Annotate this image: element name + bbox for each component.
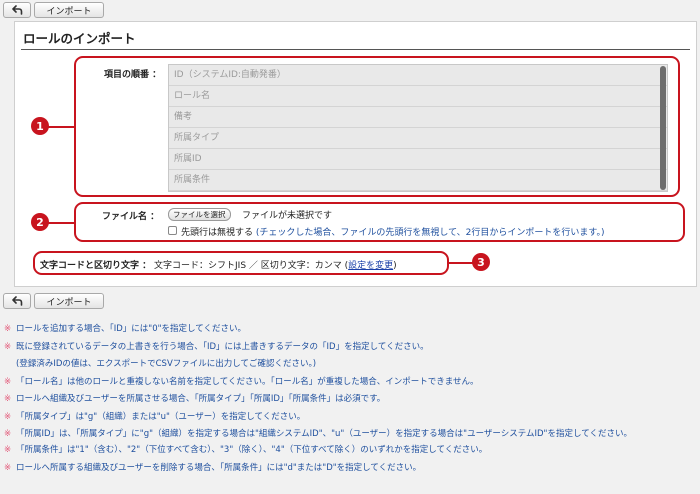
note-item: ※ 「所属条件」は"1"（含む）、"2"（下位すべて含む）、"3"（除く）、"4"… <box>4 442 696 460</box>
field-order-list[interactable]: ID（システムID:自動発番） ロール名 備考 所属タイプ 所属ID 所属条件 <box>168 64 668 192</box>
file-label: ファイル名 ： <box>102 212 160 222</box>
skip-header-text: 先頭行は無視する <box>181 228 254 238</box>
file-status-text: ファイルが未選択です <box>242 211 333 221</box>
field-order-item[interactable]: 所属タイプ <box>169 128 667 149</box>
field-order-item[interactable]: 所属ID <box>169 149 667 170</box>
import-button-bottom[interactable]: インポート <box>34 293 104 309</box>
callout-connector-3 <box>448 262 473 264</box>
back-button[interactable] <box>3 2 31 18</box>
field-order-item[interactable]: 所属条件 <box>169 170 667 191</box>
note-text: ロールを追加する場合、「ID」には"0"を指定してください。 <box>16 324 247 334</box>
encoding-value: 文字コード：シフトJIS ／ 区切り文字：カンマ ( <box>154 261 349 271</box>
choose-file-button[interactable]: ファイルを選択 <box>168 208 231 221</box>
note-mark: ※ <box>4 341 12 352</box>
note-text: 「所属条件」は"1"（含む）、"2"（下位すべて含む）、"3"（除く）、"4"（… <box>16 445 488 455</box>
back-arrow-icon <box>11 296 22 306</box>
note-text: ロールへ所属する組織及びユーザーを削除する場合、「所属条件」には"d"または"D… <box>16 462 422 473</box>
skip-header-note: (チェックした場合、ファイルの先頭行を無視して、2行目からインポートを行います。… <box>255 228 605 238</box>
note-text: 「所属タイプ」は"g"（組織）または"u"（ユーザー）を指定してください。 <box>16 411 306 422</box>
note-mark: ※ <box>4 462 12 473</box>
top-toolbar: インポート <box>3 2 104 19</box>
note-item: ※ ロールを追加する場合、「ID」には"0"を指定してください。 <box>4 321 696 339</box>
field-order-scrollbar[interactable] <box>660 66 666 190</box>
instruction-notes: ※ ロールを追加する場合、「ID」には"0"を指定してください。 ※ 既に登録されて… <box>4 321 696 477</box>
note-mark: ※ <box>4 324 12 334</box>
import-button[interactable]: インポート <box>34 2 104 18</box>
back-arrow-icon <box>11 5 22 15</box>
note-mark: ※ <box>4 445 12 455</box>
title-divider <box>21 49 690 50</box>
note-text: 既に登録されているデータの上書きを行う場合、「ID」には上書きするデータの「ID… <box>16 341 429 352</box>
note-text: ロールへ組織及びユーザーを所属させる場合、「所属タイプ」「所属ID」「所属条件」… <box>16 394 386 404</box>
skip-header-checkbox[interactable] <box>168 226 177 235</box>
skip-header-label: 先頭行は無視する (チェックした場合、ファイルの先頭行を無視して、2行目からイン… <box>181 225 605 238</box>
callout-2: 2 <box>31 213 49 231</box>
note-mark: ※ <box>4 411 12 422</box>
note-item: ※ 「ロール名」は他のロールと重複しない名前を指定してください。「ロール名」が重複… <box>4 374 696 392</box>
note-item: ※ 既に登録されているデータの上書きを行う場合、「ID」には上書きするデータの「I… <box>4 339 696 357</box>
page-title: ロールのインポート <box>23 31 136 46</box>
encoding-close-paren: ) <box>393 261 397 271</box>
note-item: ※ 「所属タイプ」は"g"（組織）または"u"（ユーザー）を指定してください。 <box>4 409 696 427</box>
callout-connector-2 <box>46 222 76 224</box>
note-item: ※ ロールへ所属する組織及びユーザーを削除する場合、「所属条件」には"d"または"… <box>4 460 696 478</box>
note-item: (登録済みIDの値は、エクスポートでCSVファイルに出力してご確認ください。) <box>4 356 696 374</box>
note-item: ※ ロールへ組織及びユーザーを所属させる場合、「所属タイプ」「所属ID」「所属条件… <box>4 391 696 409</box>
change-settings-link[interactable]: 設定を変更 <box>348 261 393 271</box>
note-text: 「所属ID」は、「所属タイプ」に"g"（組織）を指定する場合は"組織システムID… <box>16 429 632 439</box>
back-button-bottom[interactable] <box>3 293 31 309</box>
bottom-toolbar: インポート <box>3 293 104 310</box>
encoding-label: 文字コードと区切り文字 ： <box>40 261 152 271</box>
field-order-label: 項目の順番 ： <box>104 70 162 80</box>
callout-connector-1 <box>46 126 76 128</box>
note-mark: ※ <box>4 429 12 439</box>
field-order-item[interactable]: ロール名 <box>169 86 667 107</box>
field-order-item[interactable]: 備考 <box>169 107 667 128</box>
note-text: (登録済みIDの値は、エクスポートでCSVファイルに出力してご確認ください。) <box>16 359 317 369</box>
callout-1: 1 <box>31 117 49 135</box>
note-item: ※ 「所属ID」は、「所属タイプ」に"g"（組織）を指定する場合は"組織システムI… <box>4 426 696 442</box>
note-mark: ※ <box>4 376 12 387</box>
callout-3: 3 <box>472 253 490 271</box>
note-text: 「ロール名」は他のロールと重複しない名前を指定してください。「ロール名」が重複し… <box>16 376 479 387</box>
note-mark: ※ <box>4 394 12 404</box>
field-order-item[interactable]: ID（システムID:自動発番） <box>169 65 667 86</box>
encoding-row: 文字コードと区切り文字 ： 文字コード：シフトJIS ／ 区切り文字：カンマ (… <box>40 258 397 271</box>
